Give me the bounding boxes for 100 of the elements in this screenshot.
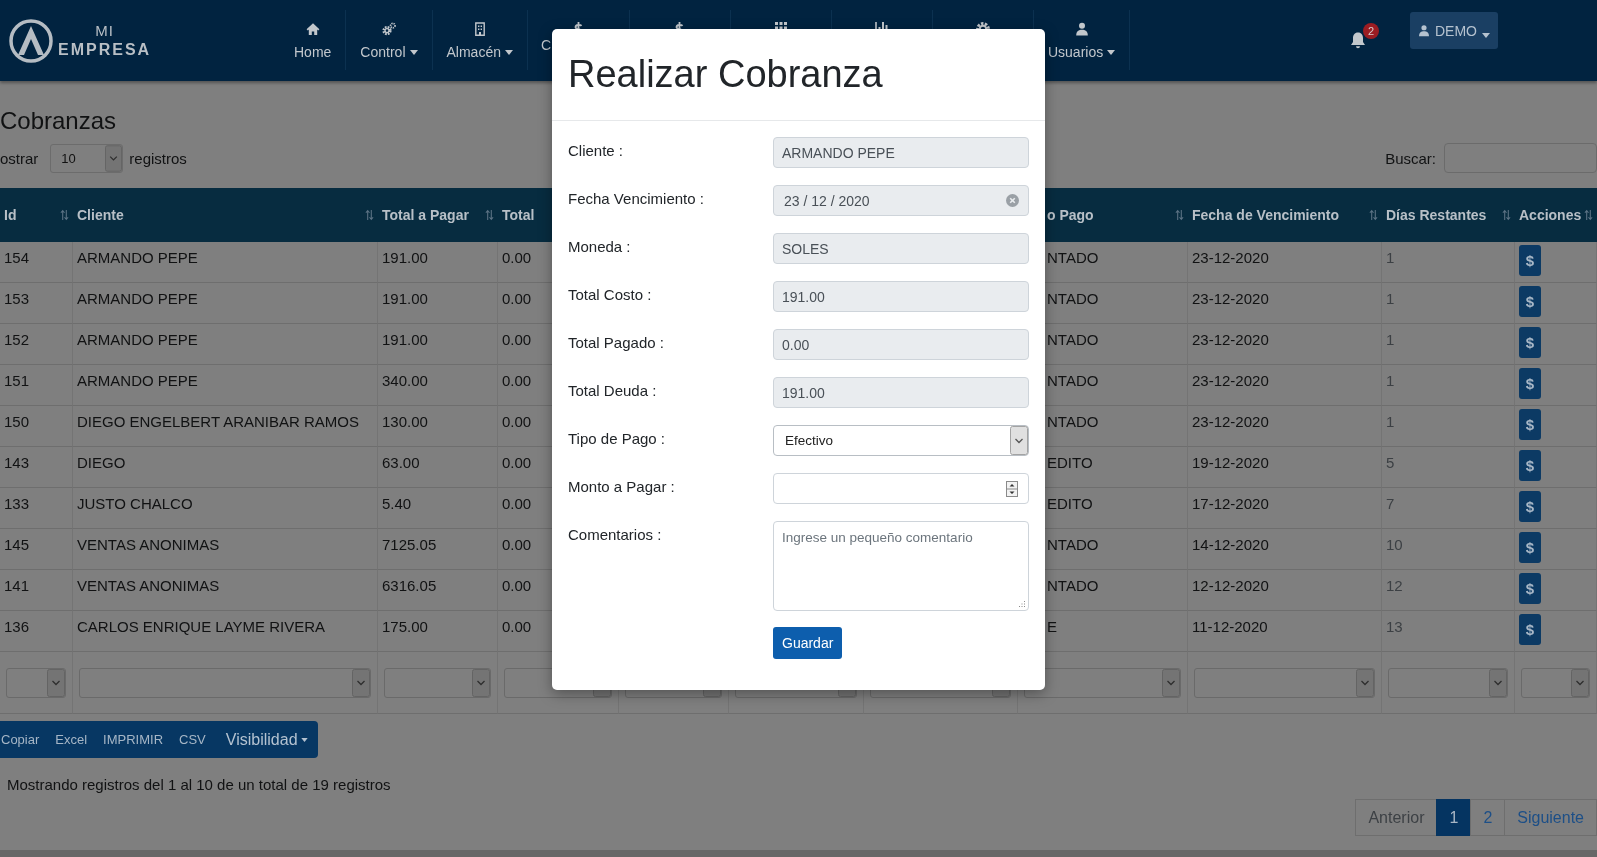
nav-item[interactable]: Home <box>280 10 347 70</box>
spinner-icon[interactable] <box>1006 480 1018 497</box>
text-field[interactable]: 0.00 <box>773 329 1029 360</box>
gears-icon <box>381 22 396 36</box>
table-cell: ARMANDO PEPE <box>73 365 378 406</box>
pay-button[interactable]: $ <box>1519 573 1541 604</box>
logo-text: EMPRESA <box>58 42 152 58</box>
nav-item[interactable]: Almacén <box>432 10 528 70</box>
table-cell: 1 <box>1382 406 1515 447</box>
save-button[interactable]: Guardar <box>773 627 843 659</box>
comment-field[interactable]: Ingrese un pequeño comentario <box>773 521 1029 611</box>
column-header[interactable]: Total a Pagar <box>378 188 498 242</box>
table-cell: ARMANDO PEPE <box>73 283 378 324</box>
table-cell: 12-12-2020 <box>1188 570 1382 611</box>
export-button[interactable]: Excel <box>47 721 96 758</box>
table-cell: DIEGO <box>73 447 378 488</box>
sort-icon <box>1173 209 1184 221</box>
field-label: Fecha Vencimiento : <box>568 189 704 208</box>
number-field[interactable] <box>773 473 1029 504</box>
table-cell: 1 <box>1382 324 1515 365</box>
sort-icon <box>363 209 374 221</box>
table-cell: 136 <box>0 611 73 652</box>
table-cell: 23-12-2020 <box>1188 406 1382 447</box>
export-button[interactable]: Visibilidad <box>213 721 318 758</box>
page-length-label: ostrar <box>0 149 39 167</box>
filter-select[interactable] <box>1024 668 1181 698</box>
table-cell: 130.00 <box>378 406 498 447</box>
pay-button[interactable]: $ <box>1519 614 1541 645</box>
export-button[interactable]: Copiar <box>0 721 48 758</box>
table-cell: 153 <box>0 283 73 324</box>
clear-icon[interactable] <box>1006 194 1019 207</box>
table-cell: 12 <box>1382 570 1515 611</box>
grid-icon <box>773 22 788 29</box>
table-cell: 11-12-2020 <box>1188 611 1382 652</box>
table-cell: VENTAS ANONIMAS <box>73 570 378 611</box>
table-cell: 23-12-2020 <box>1188 242 1382 283</box>
table-cell: 191.00 <box>378 283 498 324</box>
pay-button[interactable]: $ <box>1519 368 1541 399</box>
select-field[interactable]: Efectivo <box>773 425 1029 456</box>
pay-button[interactable]: $ <box>1519 450 1541 481</box>
table-cell: 1 <box>1382 365 1515 406</box>
table-cell: ARMANDO PEPE <box>73 324 378 365</box>
table-cell: 7125.05 <box>378 529 498 570</box>
house-icon <box>305 22 320 36</box>
table-cell: 1 <box>1382 283 1515 324</box>
page-title: Cobranzas <box>0 106 117 136</box>
user-menu-button[interactable]: DEMO <box>1410 12 1498 49</box>
table-cell: 5 <box>1382 447 1515 488</box>
export-button[interactable]: IMPRIMIR <box>95 721 172 758</box>
table-cell: 151 <box>0 365 73 406</box>
table-cell: 175.00 <box>378 611 498 652</box>
table-cell: 10 <box>1382 529 1515 570</box>
user-icon <box>1074 22 1089 36</box>
field-label: Cliente : <box>568 141 624 160</box>
column-header[interactable]: Días Restantes <box>1382 188 1515 242</box>
text-field[interactable]: 191.00 <box>773 281 1029 312</box>
logo-icon <box>8 17 54 64</box>
user-icon <box>1418 24 1430 37</box>
table-cell: 14-12-2020 <box>1188 529 1382 570</box>
table-cell: 133 <box>0 488 73 529</box>
table-cell: 23-12-2020 <box>1188 324 1382 365</box>
pay-button[interactable]: $ <box>1519 245 1541 276</box>
table-cell: 143 <box>0 447 73 488</box>
text-field[interactable]: 191.00 <box>773 377 1029 408</box>
gear-icon <box>975 22 990 29</box>
table-cell: DIEGO ENGELBERT ARANIBAR RAMOS <box>73 406 378 447</box>
date-field[interactable]: 23 / 12 / 2020 <box>773 185 1029 216</box>
table-cell: 150 <box>0 406 73 447</box>
table-cell: 1 <box>1382 242 1515 283</box>
text-field[interactable]: ARMANDO PEPE <box>773 137 1029 168</box>
pay-button[interactable]: $ <box>1519 409 1541 440</box>
export-button[interactable]: CSV <box>171 721 214 758</box>
nav-item[interactable]: Control <box>346 10 433 70</box>
sort-icon <box>1500 209 1511 221</box>
column-header[interactable]: Id <box>0 188 73 242</box>
table-cell: 19-12-2020 <box>1188 447 1382 488</box>
table-cell: ARMANDO PEPE <box>73 242 378 283</box>
pay-button[interactable]: $ <box>1519 286 1541 317</box>
column-header[interactable]: Cliente <box>73 188 378 242</box>
sort-icon <box>483 209 494 221</box>
sort-icon <box>1582 209 1593 221</box>
table-cell: 23-12-2020 <box>1188 365 1382 406</box>
pay-button[interactable]: $ <box>1519 532 1541 563</box>
text-field[interactable]: SOLES <box>773 233 1029 264</box>
table-info: Mostrando registros del 1 al 10 de un total de 19 registros <box>6 775 391 795</box>
building-icon <box>472 22 487 36</box>
table-cell: 23-12-2020 <box>1188 283 1382 324</box>
column-header[interactable]: Fecha de Vencimiento <box>1188 188 1382 242</box>
bell-icon[interactable] <box>1349 31 1367 50</box>
table-cell: 340.00 <box>378 365 498 406</box>
pay-button[interactable]: $ <box>1519 327 1541 358</box>
pay-button[interactable]: $ <box>1519 491 1541 522</box>
table-cell: JUSTO CHALCO <box>73 488 378 529</box>
table-cell: 154 <box>0 242 73 283</box>
table-cell: VENTAS ANONIMAS <box>73 529 378 570</box>
resize-grip-icon[interactable] <box>1018 600 1026 608</box>
page-size-select[interactable]: 10 <box>50 143 124 173</box>
table-cell: 7 <box>1382 488 1515 529</box>
pagination-button[interactable]: 1 <box>1436 799 1472 836</box>
column-header[interactable]: Acciones <box>1515 188 1597 242</box>
